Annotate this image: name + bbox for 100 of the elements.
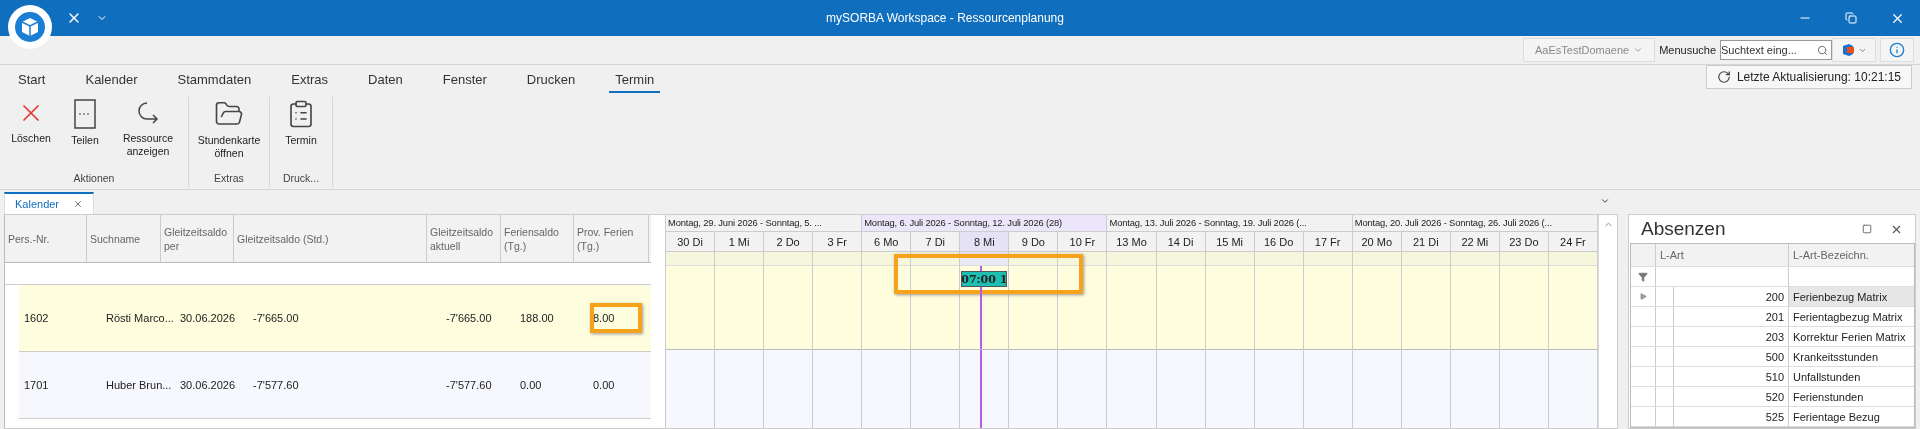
refresh-button[interactable]: Letzte Aktualisierung: 10:21:15 [1705,65,1912,89]
column-header[interactable]: Gleitzeitsaldo (Std.) [234,215,427,262]
table-cell-text: 30.06.2026 [179,311,237,326]
all-day-cell [666,252,715,266]
table-cell: 500 [1673,347,1788,366]
panel-title: Absenzen [1641,218,1727,240]
column-header[interactable]: Gleitzeitsaldo aktuell [427,215,501,262]
table-row[interactable]: 500 Krankeitsstunden [1631,347,1914,367]
table-cell-text: Huber Brun... [105,378,173,393]
appointment[interactable]: 07:00 1 [961,271,1008,287]
column-header[interactable]: L-Art-Bezeichn. [1788,244,1914,266]
ribbon-tab[interactable]: Drucken [520,67,582,93]
table-cell: Ferientage Bezug [1788,407,1914,426]
office-button[interactable] [1832,38,1876,62]
week-header: Montag, 13. Juli 2026 - Sonntag, 19. Juli 2026 (... [1107,215,1353,232]
day-header: 15 Mi [1205,232,1254,252]
day-header: 24 Fr [1548,232,1597,252]
table-cell: Ferienbezug Matrix [1788,287,1914,306]
table-cell-text: -7'665.00 [445,311,493,326]
refresh-icon [1716,70,1731,84]
day-header: 20 Mo [1352,232,1401,252]
ribbon-button[interactable]: Löschen [4,97,58,147]
table-row[interactable]: 510 Unfallstunden [1631,367,1914,387]
document-tab[interactable]: Kalender [4,192,95,214]
info-button[interactable] [1880,38,1914,62]
all-day-cell [1499,252,1548,266]
column-header[interactable]: Gleitzeitsaldo per [161,215,234,262]
table-cell: Unfallstunden [1788,367,1914,386]
restore-icon [1845,12,1857,24]
table-cell-text: 0.00 [519,378,543,393]
day-header: 22 Mi [1450,232,1499,252]
table-row[interactable]: 201 Ferientagbezug Matrix [1631,307,1914,327]
ribbon-tab[interactable]: Kalender [79,67,144,93]
ribbon-tab[interactable]: Daten [362,67,409,93]
day-header: 30 Di [666,232,715,252]
table-cell: Korrektur Ferien Matrix [1788,327,1914,346]
ribbon-button[interactable]: Ressource anzeigen [112,97,184,160]
table-cell: 525 [1673,407,1788,426]
column-header[interactable]: Feriensaldo (Tg.) [501,215,574,262]
search-label: Menusuche [1659,44,1716,56]
week-header: Montag, 6. Juli 2026 - Sonntag, 12. Juli 2026 (28) [862,215,1108,232]
ribbon-tab[interactable]: Fenster [436,67,493,93]
filter-icon[interactable] [1638,271,1648,282]
ribbon-tab[interactable]: Extras [285,67,335,93]
column-header[interactable]: L-Art [1655,244,1788,266]
split-icon [74,99,96,129]
table-row[interactable]: 203 Korrektur Ferien Matrix [1631,327,1914,347]
table-cell: Ferientagbezug Matrix [1788,307,1914,326]
all-day-cell [1205,252,1254,266]
day-header: 6 Mo [862,232,911,252]
day-header: 23 Do [1499,232,1548,252]
day-header: 7 Di [911,232,960,252]
all-day-cell [813,252,862,266]
dropdown-icon[interactable] [1600,196,1610,206]
table-cell-text: 1701 [23,378,50,393]
close-icon[interactable] [73,199,84,209]
table-cell-text: 188.00 [519,311,555,326]
day-header: 16 Do [1254,232,1303,252]
day-header: 8 Mi [960,232,1009,252]
info-icon [1889,42,1905,58]
all-day-cell [1352,252,1401,266]
all-day-cell [1401,252,1450,266]
week-header: Montag, 20. Juli 2026 - Sonntag, 26. Juli 2026 (... [1352,215,1598,232]
day-header: 3 Fr [813,232,862,252]
table-cell-text: -7'577.60 [445,378,493,393]
table-cell: Ferienstunden [1788,387,1914,406]
day-header: 14 Di [1156,232,1205,252]
table-row[interactable]: 520 Ferienstunden [1631,387,1914,407]
day-header: 9 Do [1009,232,1058,252]
day-header: 10 Fr [1058,232,1107,252]
group-label: Druck... [282,172,320,186]
all-day-cell [1303,252,1352,266]
group-label: Aktionen [73,172,115,186]
table-cell: Krankeitsstunden [1788,347,1914,366]
table-cell-text: 1602 [23,311,50,326]
ribbon-tab[interactable]: Stammdaten [171,67,258,93]
table-cell-text: -7'665.00 [252,311,300,326]
table-cell-text: 30.06.2026 [179,378,237,393]
all-day-cell [715,252,764,266]
column-header[interactable]: Suchname [87,215,161,262]
column-header[interactable]: Prov. Ferien (Tg.) [574,215,649,262]
table-cell: 203 [1673,327,1788,346]
table-row[interactable]: 1701 Huber Brun... 30.06.2026 -7'577.60 -7'577.60 0.00 0.00 [19,352,651,419]
ribbon-button[interactable]: Termin [274,97,328,149]
table-row[interactable]: 200 Ferienbezug Matrix [1631,287,1914,307]
day-header: 13 Mo [1107,232,1156,252]
table-row[interactable]: 525 Ferientage Bezug [1631,407,1914,427]
search-field[interactable]: Suchtext eing... [1720,40,1832,60]
all-day-cell [1156,252,1205,266]
ribbon-button[interactable]: Stundenkarte öffnen [193,97,265,162]
window-title: mySORBA Workspace - Ressourcenplanung [825,11,1065,25]
column-header[interactable]: Pers.-Nr. [5,215,87,262]
maximize-icon[interactable] [1862,224,1872,234]
ribbon-tab[interactable]: Termin [609,67,661,93]
ribbon-button[interactable]: Teilen [58,97,112,149]
all-day-cell [1450,252,1499,266]
week-header: Montag, 29. Juni 2026 - Sonntag, 5. ... [666,215,863,232]
table-row[interactable]: 1602 Rösti Marco... 30.06.2026 -7'665.00 -7'665.00 188.00 8.00 [19,285,651,352]
day-header: 21 Di [1401,232,1450,252]
ribbon-tab[interactable]: Start [12,67,52,93]
